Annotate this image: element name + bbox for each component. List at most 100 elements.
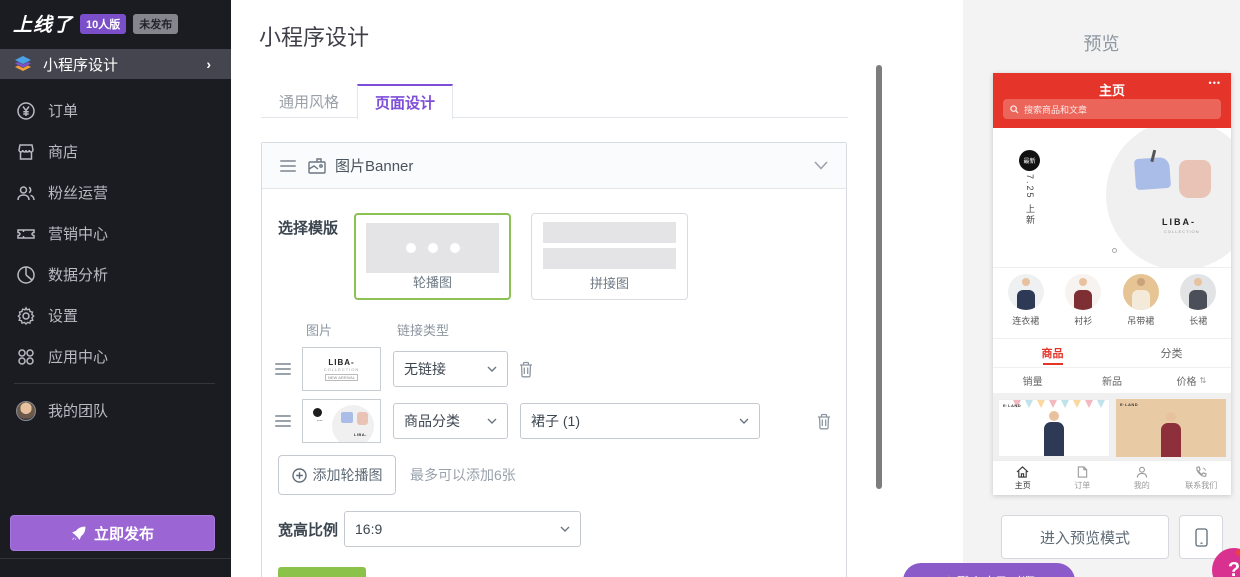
home-icon — [1016, 466, 1029, 478]
sort-new[interactable]: 新品 — [1072, 368, 1151, 393]
nav-contact[interactable]: 联系我们 — [1172, 466, 1232, 491]
banner-image-thumbnail[interactable]: LIBA- COLLECTION NEW ARRIVAL — [302, 347, 381, 391]
search-placeholder: 搜索商品和文章 — [1024, 103, 1087, 116]
add-carousel-image-button[interactable]: 添加轮播图 — [278, 455, 396, 495]
rocket-icon — [71, 526, 86, 541]
column-header-link-type: 链接类型 — [397, 320, 449, 339]
nav-label: 联系我们 — [1185, 480, 1217, 491]
banner-blue-top-graphic — [1134, 157, 1171, 190]
preview-buttons-row: 进入预览模式 — [1001, 515, 1223, 559]
save-settings-button[interactable]: 保存设置 — [278, 567, 366, 577]
category-label: 衬衫 — [1074, 314, 1092, 327]
nav-orders[interactable]: 订单 — [1053, 466, 1113, 491]
banner-image-row-1: LIBA- COLLECTION NEW ARRIVAL 无链接 — [275, 345, 832, 393]
vertical-scrollbar[interactable] — [876, 65, 882, 489]
select-value: 16:9 — [355, 521, 554, 537]
aspect-ratio-row: 宽高比例 16:9 — [278, 511, 846, 547]
aspect-ratio-select[interactable]: 16:9 — [344, 511, 581, 547]
drag-handle-icon[interactable] — [275, 415, 291, 427]
drag-handle-icon[interactable] — [275, 363, 291, 375]
sidebar-item-settings[interactable]: 设置 — [0, 295, 231, 336]
chevron-down-icon[interactable] — [814, 161, 828, 170]
category-item[interactable]: 吊带裙 — [1123, 274, 1159, 338]
product-card[interactable]: E·LAND — [1116, 399, 1226, 457]
chevron-right-icon: › — [206, 56, 211, 72]
add-button-label: 添加轮播图 — [313, 465, 383, 485]
carousel-indicator-dot — [1112, 248, 1117, 253]
phone-product-grid: E·LAND E·LAND — [993, 394, 1231, 460]
trash-icon[interactable] — [816, 413, 832, 430]
phone-product-tabs: 商品 分类 — [993, 338, 1231, 368]
sidebar-item-label: 我的团队 — [48, 400, 108, 421]
document-icon — [1077, 466, 1088, 478]
tab-general-style[interactable]: 通用风格 — [261, 84, 357, 118]
aspect-ratio-label: 宽高比例 — [278, 519, 344, 540]
smartphone-icon — [1195, 528, 1208, 547]
link-type-select[interactable]: 无链接 — [393, 351, 508, 387]
banner-brand-text: LIBA- — [1162, 217, 1196, 227]
sort-price[interactable]: 价格 ⇅ — [1152, 368, 1231, 393]
phone-tab-products[interactable]: 商品 — [993, 339, 1112, 367]
nav-me[interactable]: 我的 — [1112, 466, 1172, 491]
category-item[interactable]: 连衣裙 — [1008, 274, 1044, 338]
template-option-label: 拼接图 — [532, 273, 687, 292]
pointing-hand-icon: ☝ — [943, 573, 951, 577]
publish-label: 立即发布 — [94, 523, 154, 544]
app-grid-icon — [15, 346, 37, 368]
phone-bottom-nav: 主页 订单 我的 联系我们 — [993, 460, 1231, 495]
mobile-preview-button[interactable] — [1179, 515, 1223, 559]
page-title: 小程序设计 — [259, 20, 369, 52]
category-item[interactable]: 长裙 — [1180, 274, 1216, 338]
category-item[interactable]: 衬衫 — [1065, 274, 1101, 338]
phone-tab-categories[interactable]: 分类 — [1112, 339, 1231, 367]
sort-label: 新品 — [1102, 373, 1122, 388]
link-target-select[interactable]: 裙子 (1) — [520, 403, 760, 439]
sidebar-divider — [14, 383, 215, 384]
phone-category-row: 连衣裙 衬衫 吊带裙 长裙 — [993, 267, 1231, 338]
yen-circle-icon — [15, 100, 37, 122]
sidebar-item-analytics[interactable]: 数据分析 — [0, 254, 231, 295]
phone-header: 主页 ••• 搜索商品和文章 — [993, 73, 1231, 128]
sidebar-item-label: 应用中心 — [48, 346, 108, 367]
phone-preview: 主页 ••• 搜索商品和文章 最新 7.25 上新 LIBA- COLLECTI… — [993, 73, 1231, 495]
person-icon — [1136, 466, 1148, 478]
sidebar-item-design[interactable]: 小程序设计 › — [0, 49, 231, 79]
promo-floating-button[interactable]: ☝ 戳上去及时逛 — [903, 563, 1075, 577]
module-body: 选择模版 轮播图 拼接图 图片 链接类型 — [262, 189, 846, 577]
category-image — [1008, 274, 1044, 310]
tab-bar: 通用风格 页面设计 — [261, 84, 848, 118]
sidebar-item-orders[interactable]: 订单 — [0, 90, 231, 131]
sidebar-item-marketing[interactable]: 营销中心 — [0, 213, 231, 254]
enter-preview-mode-button[interactable]: 进入预览模式 — [1001, 515, 1169, 559]
tab-page-design[interactable]: 页面设计 — [357, 84, 453, 119]
phone-search-bar[interactable]: 搜索商品和文章 — [1003, 99, 1221, 119]
stitched-thumbnail-bar — [543, 222, 676, 243]
sidebar: 上线了 10人版 未发布 小程序设计 › 订单 商店 — [0, 0, 231, 577]
sort-sales[interactable]: 销量 — [993, 368, 1072, 393]
product-card[interactable]: E·LAND — [998, 399, 1110, 457]
status-badge: 未发布 — [133, 14, 178, 34]
sidebar-item-appcenter[interactable]: 应用中心 — [0, 336, 231, 377]
link-type-select[interactable]: 商品分类 — [393, 403, 508, 439]
phone-page-title: 主页 — [993, 73, 1231, 99]
bunting-graphic — [1013, 400, 1109, 408]
thumb-brand-text: LIBA- — [328, 358, 354, 367]
banner-image-row-2: ┊ LIBA- 商品分类 裙子 (1) — [275, 397, 832, 445]
sidebar-item-fans[interactable]: 粉丝运营 — [0, 172, 231, 213]
category-image — [1180, 274, 1216, 310]
trash-icon[interactable] — [518, 361, 534, 378]
main-content: 小程序设计 通用风格 页面设计 图片Banner 选择模版 — [231, 0, 963, 577]
nav-home[interactable]: 主页 — [993, 466, 1053, 491]
banner-image-thumbnail[interactable]: ┊ LIBA- — [302, 399, 381, 443]
sidebar-item-team[interactable]: 我的团队 — [0, 390, 231, 431]
template-option-carousel[interactable]: 轮播图 — [354, 213, 511, 300]
thumb-tag-text: NEW ARRIVAL — [325, 374, 358, 381]
module-header[interactable]: 图片Banner — [262, 143, 846, 189]
more-menu-icon[interactable]: ••• — [1209, 78, 1221, 88]
publish-now-button[interactable]: 立即发布 — [10, 515, 215, 551]
template-option-stitched[interactable]: 拼接图 — [531, 213, 688, 300]
sidebar-item-shop[interactable]: 商店 — [0, 131, 231, 172]
drag-handle-icon[interactable] — [280, 160, 296, 172]
phone-banner-carousel[interactable]: 最新 7.25 上新 LIBA- COLLECTION — [993, 128, 1231, 267]
ticket-icon — [15, 223, 37, 245]
